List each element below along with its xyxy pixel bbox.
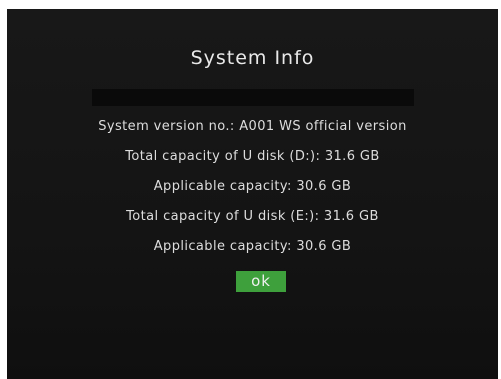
disk-e-applicable-capacity-line: Applicable capacity: 30.6 GB: [153, 239, 352, 254]
dialog-title: System Info: [190, 47, 315, 69]
disk-d-applicable-capacity-line: Applicable capacity: 30.6 GB: [153, 179, 352, 194]
disk-d-total-capacity-line: Total capacity of U disk (D:): 31.6 GB: [125, 149, 380, 164]
system-info-list: System version no.: A001 WS official ver…: [7, 117, 498, 267]
ok-button[interactable]: ok: [236, 271, 286, 292]
system-info-screen: System Info System version no.: A001 WS …: [7, 9, 498, 379]
system-version-line: System version no.: A001 WS official ver…: [98, 119, 407, 134]
title-divider-bar: [92, 89, 414, 106]
disk-e-total-capacity-line: Total capacity of U disk (E:): 31.6 GB: [126, 209, 379, 224]
